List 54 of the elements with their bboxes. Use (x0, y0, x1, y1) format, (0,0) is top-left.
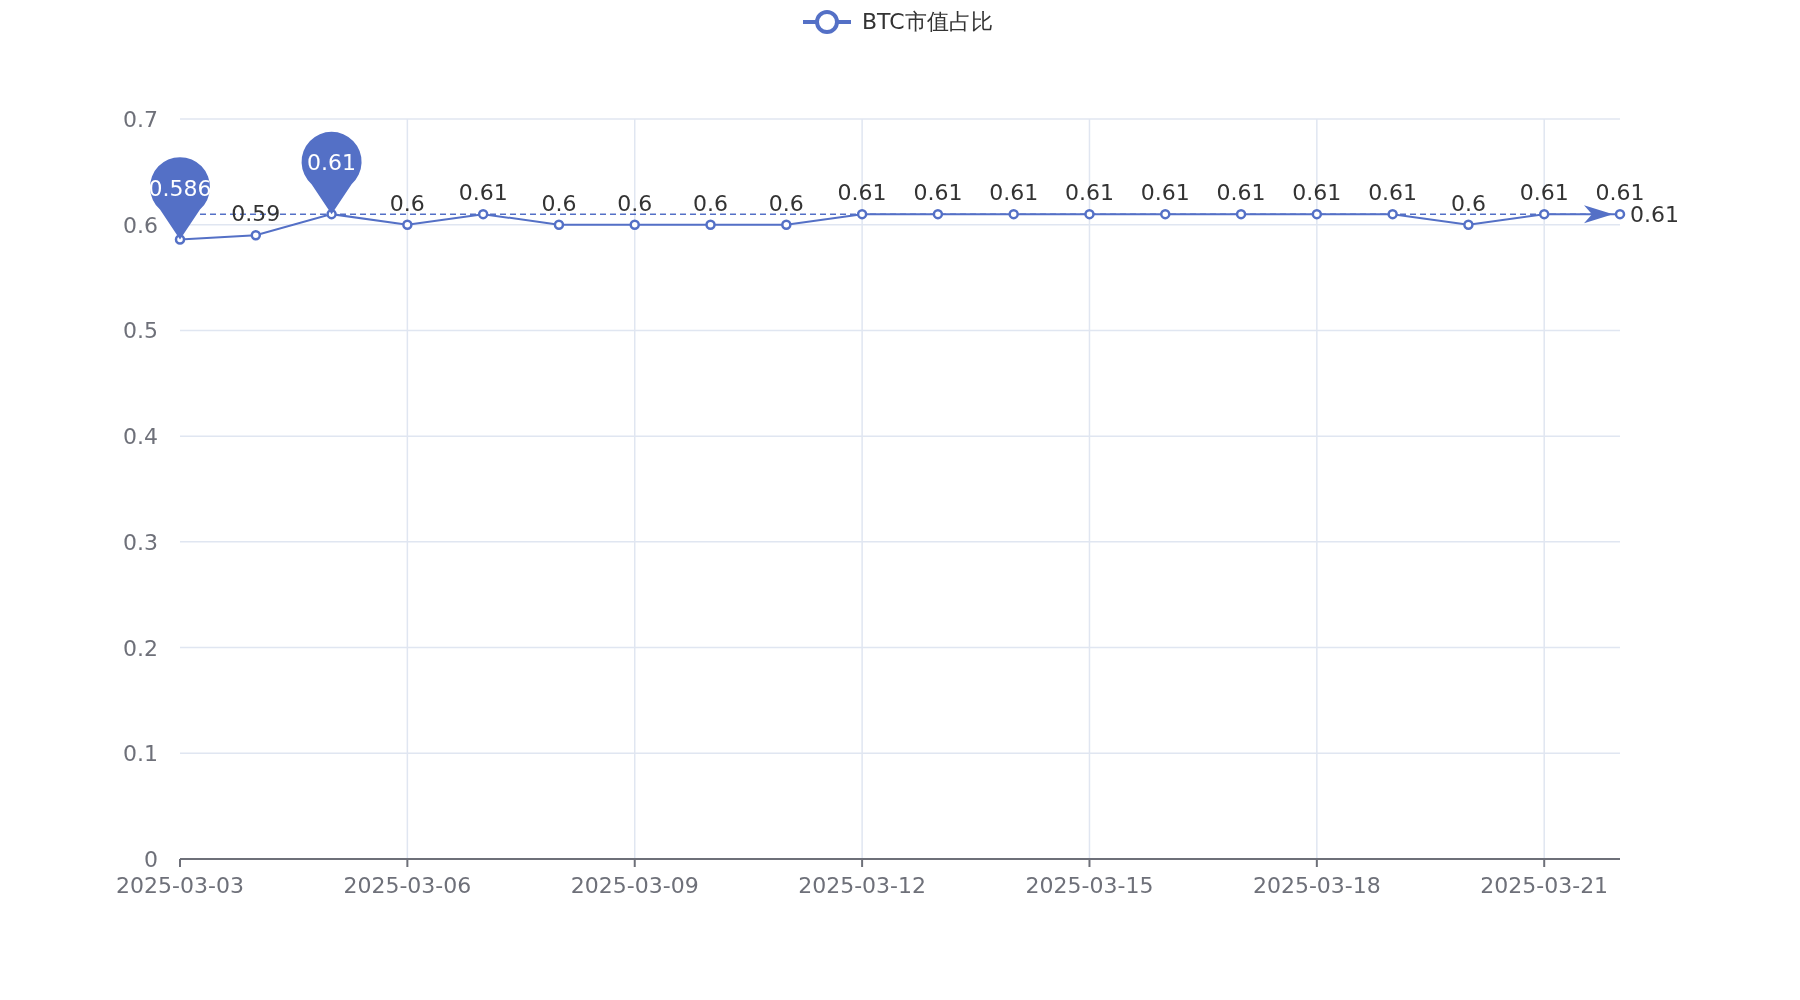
data-label: 0.6 (617, 190, 653, 216)
data-label: 0.6 (389, 190, 425, 216)
x-axis-label: 2025-03-15 (1025, 873, 1154, 898)
data-point[interactable] (856, 208, 868, 220)
data-label: 0.61 (1368, 180, 1418, 206)
data-point[interactable] (1614, 208, 1626, 220)
data-point[interactable] (1235, 208, 1247, 220)
data-label: 0.6 (768, 190, 804, 216)
data-label: 0.59 (231, 201, 281, 227)
data-point[interactable] (629, 219, 640, 230)
data-point[interactable] (705, 219, 716, 230)
y-axis-label: 0.5 (123, 318, 158, 344)
y-axis-label: 0.6 (123, 212, 158, 238)
data-label: 0.61 (1140, 180, 1190, 206)
pin-label: 0.586 (148, 175, 212, 201)
pin-label: 0.61 (307, 150, 357, 176)
data-point[interactable] (1387, 208, 1398, 220)
data-label: 0.61 (1292, 180, 1342, 206)
data-label: 0.61 (1216, 180, 1266, 206)
x-axis-label: 2025-03-12 (798, 873, 927, 898)
data-point[interactable] (1084, 208, 1095, 220)
data-label: 0.61 (837, 180, 887, 206)
y-axis-label: 0.3 (123, 529, 158, 555)
data-point[interactable] (1008, 208, 1019, 220)
data-point[interactable] (781, 219, 792, 230)
data-point[interactable] (932, 208, 944, 220)
data-label: 0.6 (1450, 190, 1486, 216)
data-label: 0.6 (693, 190, 729, 216)
x-axis-label: 2025-03-06 (343, 873, 472, 898)
x-axis-label: 2025-03-09 (570, 873, 699, 898)
y-axis-label: 0.4 (123, 424, 158, 450)
data-label: 0.61 (913, 180, 963, 206)
x-axis-label: 2025-03-18 (1252, 873, 1381, 898)
data-point[interactable] (553, 219, 565, 230)
data-label: 0.61 (989, 180, 1039, 206)
data-point[interactable] (250, 230, 262, 241)
data-point[interactable] (477, 208, 489, 220)
legend-label[interactable]: BTC市值占比 (862, 9, 993, 34)
y-axis-label: 0.2 (123, 635, 158, 661)
y-axis-label: 0 (144, 847, 158, 872)
y-axis-label: 0.7 (123, 107, 158, 132)
x-axis-label: 2025-03-21 (1480, 873, 1609, 898)
x-axis-label: 2025-03-03 (116, 873, 244, 898)
data-point[interactable] (1160, 208, 1171, 220)
legend-icon[interactable] (803, 10, 851, 34)
data-label: 0.61 (1065, 180, 1114, 206)
y-axis-label: 0.1 (123, 741, 158, 767)
data-point[interactable] (1311, 208, 1323, 220)
data-point[interactable] (1463, 219, 1474, 230)
data-label: 0.6 (541, 190, 577, 216)
data-label: 0.61 (458, 180, 508, 206)
data-point[interactable] (402, 219, 413, 230)
data-point[interactable] (1538, 208, 1550, 220)
data-label: 0.61 (1519, 180, 1569, 206)
